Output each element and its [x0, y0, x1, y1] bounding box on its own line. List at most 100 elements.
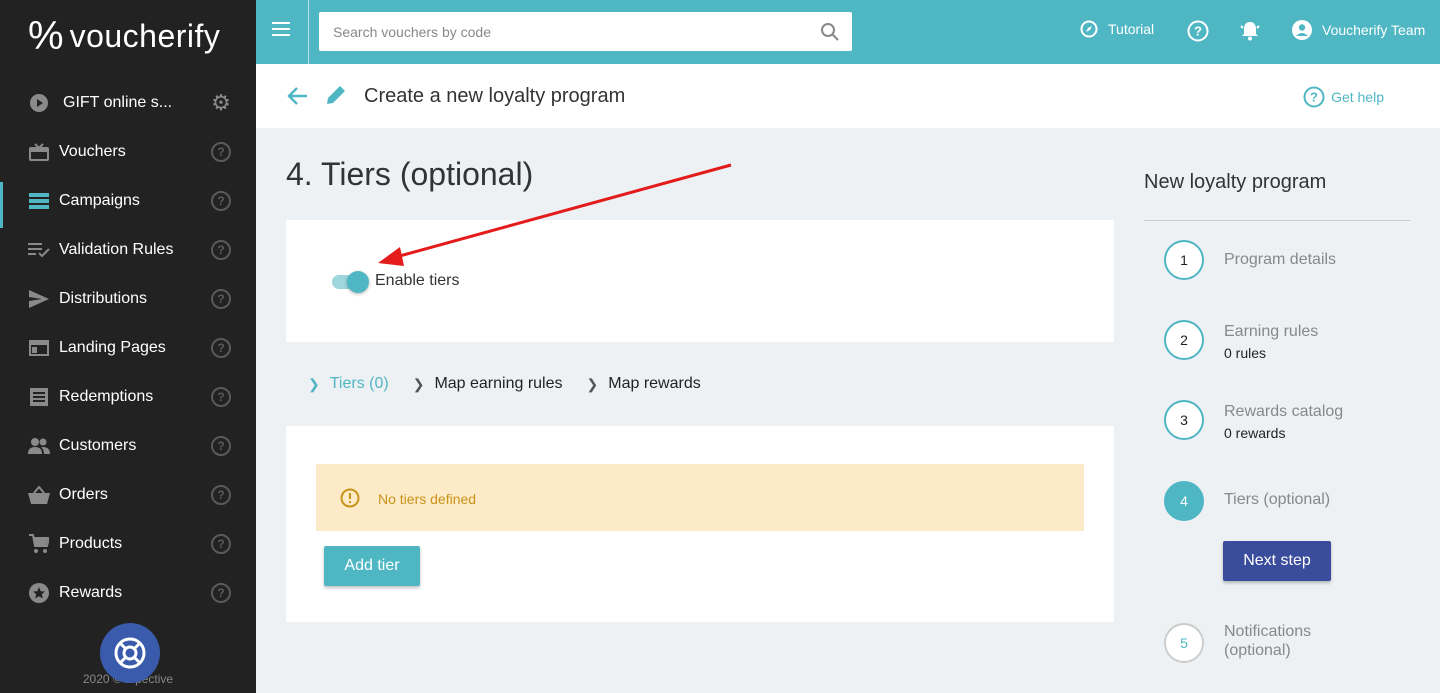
sidebar-item-label: Customers	[59, 436, 137, 454]
bell-icon	[1240, 22, 1260, 41]
enable-tiers-toggle[interactable]	[332, 271, 369, 293]
project-name: GIFT online s...	[63, 93, 173, 111]
section-title: 4. Tiers (optional)	[286, 156, 534, 192]
sidebar-item-label: Distributions	[59, 289, 148, 307]
get-help-label: Get help	[1331, 89, 1384, 105]
wizard-divider	[1144, 220, 1410, 221]
help-icon[interactable]: ?	[211, 484, 231, 505]
tab-tiers[interactable]: ❯ Tiers (0)	[308, 375, 389, 393]
tab-map-earning-rules[interactable]: ❯ Map earning rules	[413, 375, 563, 393]
compass-icon	[1080, 20, 1098, 38]
sidebar-item-label: Vouchers	[59, 142, 126, 160]
add-tier-button[interactable]: Add tier	[324, 546, 420, 586]
next-step-button[interactable]: Next step	[1223, 541, 1331, 581]
sidebar-item-products[interactable]: Products ?	[0, 519, 256, 568]
tab-label: Tiers (0)	[329, 375, 389, 392]
sidebar-item-customers[interactable]: Customers ?	[0, 421, 256, 470]
step-3-circle[interactable]: 3	[1164, 400, 1204, 440]
step-1-circle[interactable]: 1	[1164, 240, 1204, 280]
gear-icon[interactable]: ⚙	[210, 91, 232, 114]
customers-icon	[28, 435, 50, 457]
top-bar: Tutorial ? Voucherify Team	[256, 0, 1440, 64]
step-2-sub: 0 rules	[1224, 345, 1267, 361]
search-input[interactable]	[319, 12, 809, 51]
step-5-label: Notifications	[1224, 623, 1312, 640]
search-box	[319, 12, 852, 51]
redemptions-icon	[28, 386, 50, 408]
logo-text: voucherify	[69, 17, 221, 54]
help-icon[interactable]: ?	[211, 386, 231, 407]
help-icon[interactable]: ?	[211, 533, 231, 554]
step-5-circle: 5	[1164, 623, 1204, 663]
alert-text: No tiers defined	[378, 491, 477, 507]
step-4-label[interactable]: Tiers (optional)	[1224, 491, 1330, 509]
sidebar-item-label: Campaigns	[59, 191, 140, 209]
no-tiers-alert: No tiers defined	[316, 464, 1084, 531]
voucherify-logo[interactable]: % voucherify	[28, 16, 220, 56]
send-icon	[28, 288, 50, 310]
campaigns-icon	[28, 190, 50, 212]
sidebar-item-landing-pages[interactable]: Landing Pages ?	[0, 323, 256, 372]
back-arrow-icon[interactable]	[287, 86, 309, 106]
page-header: Create a new loyalty program ? Get help	[256, 64, 1440, 128]
tutorial-label: Tutorial	[1108, 21, 1155, 37]
logo-mark: %	[28, 14, 64, 58]
play-circle-icon	[28, 92, 50, 114]
sidebar-item-label: Redemptions	[59, 387, 154, 405]
help-icon[interactable]: ?	[211, 190, 231, 211]
step-4-circle[interactable]: 4	[1164, 481, 1204, 521]
hamburger-menu-icon[interactable]	[272, 22, 292, 42]
notifications-button[interactable]	[1239, 20, 1261, 42]
step-3-label[interactable]: Rewards catalog	[1224, 403, 1343, 421]
sidebar-item-distributions[interactable]: Distributions ?	[0, 274, 256, 323]
step-2-label[interactable]: Earning rules	[1224, 323, 1318, 341]
support-lifebuoy-button[interactable]	[100, 623, 160, 683]
svg-text:?: ?	[1310, 90, 1318, 105]
step-2-circle[interactable]: 2	[1164, 320, 1204, 360]
get-help-link[interactable]: ? Get help	[1303, 86, 1384, 108]
tab-map-rewards[interactable]: ❯ Map rewards	[587, 375, 701, 393]
topbar-divider	[308, 0, 309, 64]
chevron-right-icon: ❯	[412, 375, 425, 392]
info-icon	[340, 488, 360, 508]
chevron-right-icon: ❯	[586, 375, 599, 392]
tutorial-link[interactable]: Tutorial	[1080, 20, 1154, 38]
project-selector[interactable]: GIFT online s... ⚙	[0, 78, 256, 127]
cart-icon	[28, 533, 50, 555]
gift-icon	[28, 141, 50, 163]
sidebar-item-label: Landing Pages	[59, 338, 166, 356]
sidebar: % voucherify GIFT online s... ⚙ Vouchers…	[0, 0, 256, 693]
help-icon[interactable]: ?	[211, 288, 231, 309]
user-name: Voucherify Team	[1322, 22, 1426, 38]
help-icon[interactable]: ?	[211, 435, 231, 456]
help-icon[interactable]: ?	[211, 337, 231, 358]
validation-rules-icon	[28, 239, 50, 261]
search-icon[interactable]	[820, 22, 840, 42]
toggle-knob	[347, 271, 369, 293]
sidebar-item-validation-rules[interactable]: Validation Rules ?	[0, 225, 256, 274]
help-circle-icon: ?	[1303, 86, 1325, 108]
sidebar-item-label: Orders	[59, 485, 108, 503]
help-icon[interactable]: ?	[211, 239, 231, 260]
sidebar-item-orders[interactable]: Orders ?	[0, 470, 256, 519]
tiers-tabs: ❯ Tiers (0) ❯ Map earning rules ❯ Map re…	[308, 375, 701, 393]
user-menu[interactable]: Voucherify Team	[1292, 20, 1425, 40]
step-1-label[interactable]: Program details	[1224, 251, 1336, 269]
sidebar-item-label: Products	[59, 534, 123, 552]
sidebar-item-vouchers[interactable]: Vouchers ?	[0, 127, 256, 176]
svg-text:?: ?	[1194, 24, 1202, 39]
help-icon[interactable]: ?	[211, 141, 231, 162]
account-circle-icon	[1292, 20, 1312, 40]
step-5-label-line2: (optional)	[1224, 642, 1291, 659]
star-icon	[28, 582, 50, 604]
sidebar-item-rewards[interactable]: Rewards ?	[0, 568, 256, 617]
help-button[interactable]: ?	[1187, 20, 1209, 42]
tab-label: Map earning rules	[434, 375, 563, 392]
enable-tiers-label: Enable tiers	[375, 272, 460, 289]
tiers-card: No tiers defined Add tier	[286, 426, 1114, 622]
sidebar-item-campaigns[interactable]: Campaigns ?	[0, 176, 256, 228]
enable-tiers-card: Enable tiers	[286, 220, 1114, 342]
sidebar-item-redemptions[interactable]: Redemptions ?	[0, 372, 256, 421]
help-icon[interactable]: ?	[211, 582, 231, 603]
pencil-icon	[327, 86, 345, 104]
